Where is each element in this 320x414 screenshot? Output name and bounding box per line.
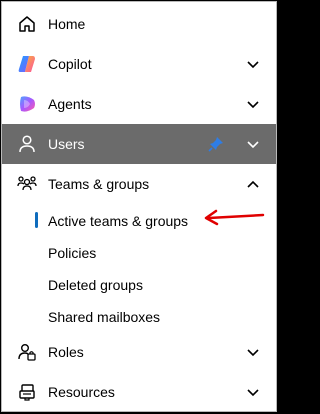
nav-item-roles[interactable]: Roles [2,332,276,372]
agents-icon [17,94,37,114]
chevron-up-icon[interactable] [246,178,260,190]
nav-item-agents[interactable]: Agents [2,84,276,124]
annotation-arrow-icon [204,209,265,226]
sub-item-label: Policies [48,245,97,261]
teams-groups-icon [17,174,37,194]
nav-item-label: Users [48,136,85,152]
sub-item-label: Active teams & groups [48,213,189,229]
nav-item-label: Copilot [48,56,92,72]
nav-item-label: Resources [48,384,115,400]
roles-icon [17,342,37,362]
chevron-down-icon[interactable] [246,98,260,110]
chevron-down-icon[interactable] [246,346,260,358]
user-icon [17,134,37,154]
nav-item-label: Roles [48,344,84,360]
resources-icon [17,382,37,402]
chevron-down-icon[interactable] [246,138,260,150]
copilot-icon [17,54,37,74]
chevron-down-icon[interactable] [246,58,260,70]
nav-item-label: Teams & groups [48,176,150,192]
chevron-down-icon[interactable] [246,386,260,398]
sub-item-policies[interactable]: Policies [2,236,276,268]
sub-item-label: Deleted groups [48,277,143,293]
sub-item-shared-mailboxes[interactable]: Shared mailboxes [2,300,276,332]
sub-item-deleted-groups[interactable]: Deleted groups [2,268,276,300]
nav-item-home[interactable]: Home [2,4,276,44]
nav-item-label: Agents [48,96,92,112]
nav-item-users[interactable]: Users [2,124,276,164]
nav-item-teams-groups[interactable]: Teams & groups [2,164,276,204]
pin-icon[interactable] [208,136,224,152]
nav-item-resources[interactable]: Resources [2,372,276,412]
active-indicator [35,212,38,228]
home-icon [17,14,37,34]
nav-item-copilot[interactable]: Copilot [2,44,276,84]
nav-item-label: Home [48,16,86,32]
sub-item-label: Shared mailboxes [48,309,161,325]
